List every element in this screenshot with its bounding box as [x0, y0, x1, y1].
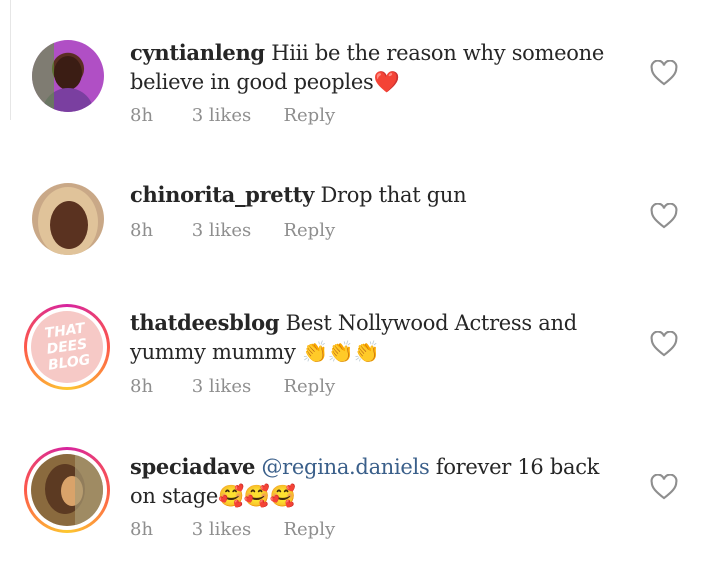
comment-likes[interactable]: 3 likes — [192, 220, 278, 241]
reply-button[interactable]: Reply — [283, 105, 335, 126]
comment-text: thatdeesblog Best Nollywood Actress and … — [130, 308, 620, 367]
mention-link[interactable]: @regina.daniels — [261, 455, 429, 479]
panel-edge-divider — [10, 0, 11, 120]
avatar: THAT DEES BLOG — [31, 311, 103, 383]
comment-meta: 8h 3 likes Reply — [130, 105, 335, 126]
smiling-hearts-emoji: 🥰🥰🥰 — [218, 484, 296, 508]
clap-emoji: 👏👏👏 — [301, 340, 380, 364]
like-heart-icon[interactable] — [650, 60, 678, 86]
logo-text: THAT DEES BLOG — [43, 320, 92, 374]
reply-button[interactable]: Reply — [283, 519, 335, 540]
comment-likes[interactable]: 3 likes — [192, 519, 278, 540]
comment-username[interactable]: speciadave — [130, 454, 255, 479]
reply-button[interactable]: Reply — [283, 376, 335, 397]
comment-body: Drop that gun — [320, 183, 467, 207]
comment-time: 8h — [130, 519, 154, 540]
story-ring[interactable] — [24, 447, 110, 533]
heart-emoji: ❤️ — [373, 70, 400, 94]
like-heart-icon[interactable] — [650, 331, 678, 357]
comment-time: 8h — [130, 376, 154, 397]
comment-username[interactable]: chinorita_pretty — [130, 182, 314, 207]
comment-time: 8h — [130, 220, 154, 241]
reply-button[interactable]: Reply — [283, 220, 335, 241]
avatar[interactable] — [32, 183, 104, 255]
like-heart-icon[interactable] — [650, 474, 678, 500]
comment-meta: 8h 3 likes Reply — [130, 220, 335, 241]
comment-text: cyntianleng Hiii be the reason why someo… — [130, 38, 620, 97]
comment-username[interactable]: cyntianleng — [130, 40, 265, 65]
comment-meta: 8h 3 likes Reply — [130, 519, 335, 540]
like-heart-icon[interactable] — [650, 203, 678, 229]
comment-username[interactable]: thatdeesblog — [130, 310, 280, 335]
comment-likes[interactable]: 3 likes — [192, 376, 278, 397]
comment-meta: 8h 3 likes Reply — [130, 376, 335, 397]
comment-text: speciadave @regina.daniels forever 16 ba… — [130, 452, 620, 511]
avatar — [31, 454, 103, 526]
avatar[interactable] — [32, 40, 104, 112]
comment-time: 8h — [130, 105, 154, 126]
comment-likes[interactable]: 3 likes — [192, 105, 278, 126]
story-ring[interactable]: THAT DEES BLOG — [24, 304, 110, 390]
comment-text: chinorita_pretty Drop that gun — [130, 180, 620, 210]
